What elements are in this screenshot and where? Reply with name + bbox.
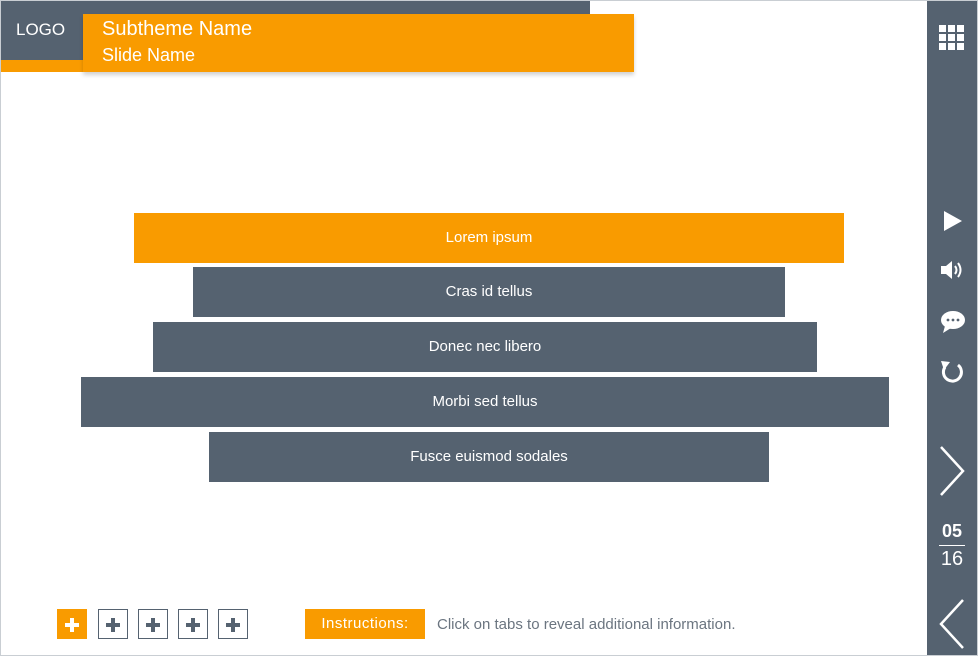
title-bar: Subtheme Name Slide Name (83, 14, 634, 72)
plus-button-3[interactable] (138, 609, 168, 639)
sidebar: 05 16 (927, 1, 977, 655)
next-arrow-icon[interactable] (927, 443, 977, 499)
tab-donec-nec-libero[interactable]: Donec nec libero (153, 322, 817, 372)
plus-button-1[interactable] (57, 609, 87, 639)
instructions-text: Click on tabs to reveal additional infor… (437, 616, 736, 633)
header-top-strip (1, 1, 590, 14)
page-current: 05 (941, 521, 963, 541)
plus-button-4[interactable] (178, 609, 208, 639)
comment-icon[interactable] (927, 309, 977, 335)
slide-title: Slide Name (102, 45, 196, 65)
page-total: 16 (940, 548, 964, 570)
replay-icon[interactable] (927, 358, 977, 386)
instructions-label: Instructions: (305, 609, 425, 639)
tab-cras-id-tellus[interactable]: Cras id tellus (193, 267, 785, 317)
tab-fusce-euismod-sodales[interactable]: Fusce euismod sodales (209, 432, 769, 482)
volume-icon[interactable] (927, 258, 977, 282)
tab-morbi-sed-tellus[interactable]: Morbi sed tellus (81, 377, 889, 427)
plus-button-2[interactable] (98, 609, 128, 639)
page-divider (939, 545, 965, 546)
play-icon[interactable] (927, 209, 977, 233)
logo: LOGO (1, 14, 83, 60)
plus-button-5[interactable] (218, 609, 248, 639)
tab-lorem-ipsum[interactable]: Lorem ipsum (134, 213, 844, 263)
subtheme-title: Subtheme Name (102, 18, 253, 40)
prev-arrow-icon[interactable] (927, 596, 977, 652)
grid-menu-icon[interactable] (939, 25, 964, 50)
header-accent-strip (1, 60, 83, 72)
